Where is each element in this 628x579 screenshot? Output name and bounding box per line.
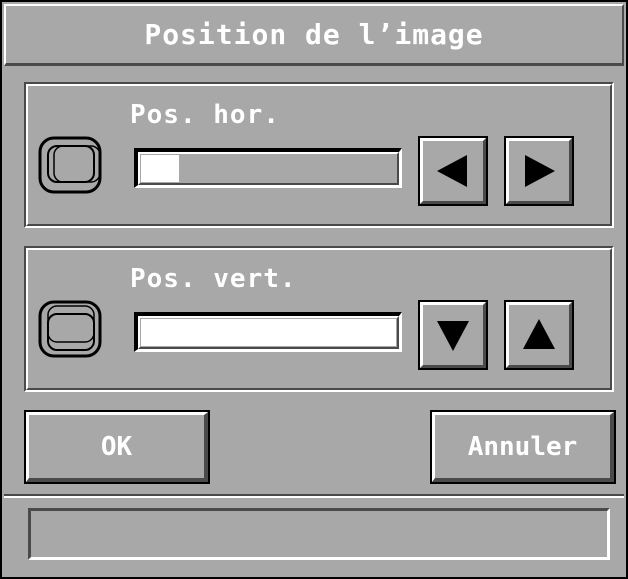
move-left-button[interactable] xyxy=(418,136,488,206)
horizontal-position-group: Pos. hor. xyxy=(24,82,614,228)
vertical-position-fill xyxy=(141,319,396,346)
cancel-button-label: Annuler xyxy=(467,431,578,462)
triangle-up-icon xyxy=(523,319,555,349)
vertical-position-slider[interactable] xyxy=(134,312,402,352)
status-field xyxy=(28,508,610,560)
separator xyxy=(4,494,624,498)
vertical-position-group: Pos. vert. xyxy=(24,246,614,392)
monitor-horizontal-icon xyxy=(38,136,102,194)
image-position-dialog: Position de l’image Pos. hor. Pos. vert.… xyxy=(0,0,628,579)
move-down-button[interactable] xyxy=(418,300,488,370)
horizontal-position-slider[interactable] xyxy=(134,148,402,188)
dialog-title: Position de l’image xyxy=(4,4,624,66)
horizontal-position-fill xyxy=(141,155,179,182)
move-right-button[interactable] xyxy=(504,136,574,206)
vertical-position-label: Pos. vert. xyxy=(130,264,297,294)
triangle-left-icon xyxy=(437,155,467,187)
triangle-down-icon xyxy=(437,321,469,351)
move-up-button[interactable] xyxy=(504,300,574,370)
cancel-button[interactable]: Annuler xyxy=(430,410,616,484)
horizontal-position-label: Pos. hor. xyxy=(130,100,280,130)
ok-button-label: OK xyxy=(100,431,133,462)
triangle-right-icon xyxy=(525,155,555,187)
monitor-vertical-icon xyxy=(38,300,102,358)
ok-button[interactable]: OK xyxy=(24,410,210,484)
